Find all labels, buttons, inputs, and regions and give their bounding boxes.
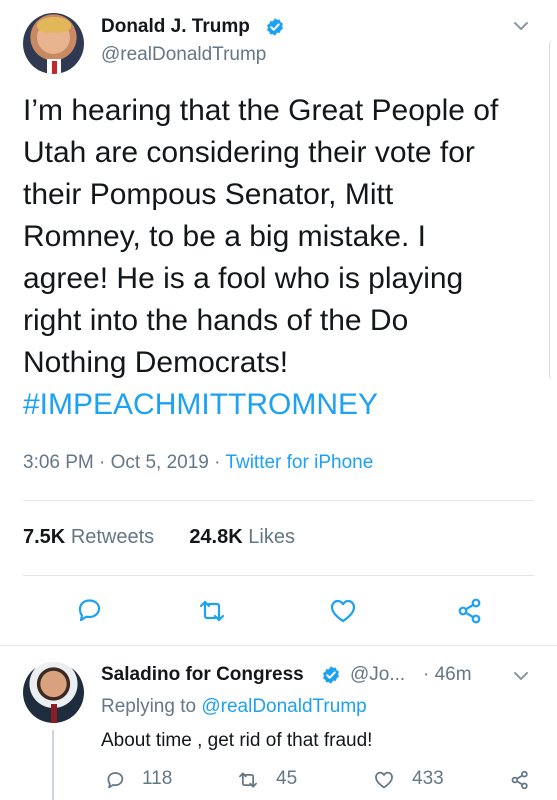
retweet-icon[interactable] bbox=[237, 769, 259, 791]
tweet-text: I’m hearing that the Great People of Uta… bbox=[23, 94, 499, 379]
like-icon[interactable] bbox=[373, 769, 395, 791]
reply-icon[interactable] bbox=[74, 595, 104, 625]
divider bbox=[0, 645, 557, 646]
tweet-timestamp[interactable]: 3:06 PM · Oct 5, 2019 · bbox=[23, 452, 225, 473]
replying-to-line: Replying to @realDonaldTrump bbox=[101, 696, 367, 717]
replying-to-mention[interactable]: @realDonaldTrump bbox=[201, 696, 366, 717]
verified-badge-icon bbox=[267, 18, 283, 36]
author-display-name[interactable]: Donald J. Trump bbox=[101, 16, 250, 38]
reply-text: About time , get rid of that fraud! bbox=[101, 730, 373, 751]
scrollbar[interactable] bbox=[549, 40, 557, 380]
thread-line bbox=[52, 730, 54, 800]
divider bbox=[23, 500, 534, 501]
reply-author-avatar[interactable] bbox=[23, 662, 84, 723]
likes-stat[interactable]: 24.8K Likes bbox=[189, 526, 295, 548]
author-avatar[interactable] bbox=[23, 13, 84, 74]
tweet-stats: 7.5K Retweets 24.8K Likes bbox=[23, 526, 295, 549]
retweets-stat[interactable]: 7.5K Retweets bbox=[23, 526, 154, 548]
share-icon[interactable] bbox=[455, 596, 485, 626]
share-icon[interactable] bbox=[509, 769, 531, 791]
reply-icon[interactable] bbox=[104, 769, 126, 791]
retweet-count: 45 bbox=[276, 768, 298, 789]
reply-author-handle[interactable]: @Jo... bbox=[350, 664, 405, 686]
retweet-icon[interactable] bbox=[197, 596, 227, 626]
like-count: 433 bbox=[412, 768, 444, 789]
hashtag-link[interactable]: #IMPEACHMITTROMNEY bbox=[23, 384, 378, 426]
reply-timestamp[interactable]: · 46m bbox=[423, 664, 472, 686]
divider bbox=[23, 575, 534, 576]
tweet-timestamp-row: 3:06 PM · Oct 5, 2019 · Twitter for iPho… bbox=[23, 452, 373, 474]
like-icon[interactable] bbox=[328, 596, 358, 626]
chevron-down-icon[interactable] bbox=[513, 20, 529, 32]
reply-count: 118 bbox=[142, 768, 173, 789]
tweet-source-link[interactable]: Twitter for iPhone bbox=[225, 452, 373, 473]
reply-author-name[interactable]: Saladino for Congress bbox=[101, 664, 304, 686]
author-handle[interactable]: @realDonaldTrump bbox=[101, 44, 266, 66]
verified-badge-icon bbox=[323, 666, 339, 684]
chevron-down-icon[interactable] bbox=[513, 670, 529, 682]
